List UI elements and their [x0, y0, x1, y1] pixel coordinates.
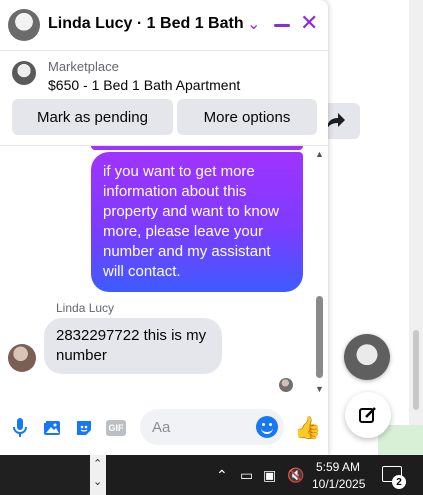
share-icon — [327, 113, 345, 129]
mark-as-pending-button[interactable]: Mark as pending — [12, 99, 173, 135]
volume-muted-icon[interactable]: 🔇 — [287, 467, 304, 484]
taskbar: ⌃ ⌄ ⌃ ▭ ▣ 🔇 5:59 AM 10/1/2025 2 — [0, 455, 423, 495]
microphone-icon[interactable] — [9, 417, 31, 439]
chevron-up-icon[interactable]: ⌃ — [93, 457, 102, 470]
chevron-down-icon[interactable]: ⌄ — [247, 14, 260, 34]
more-options-button[interactable]: More options — [177, 99, 317, 135]
chat-header: Linda Lucy · 1 Bed 1 Bath A... ⌄ ✕ — [0, 0, 328, 51]
chat-window: Linda Lucy · 1 Bed 1 Bath A... ⌄ ✕ Marke… — [0, 0, 328, 455]
page-scrollbar-thumb[interactable] — [413, 330, 419, 410]
chevron-down-icon[interactable]: ⌄ — [93, 475, 102, 488]
image-icon[interactable] — [41, 417, 63, 439]
chat-scrollbar[interactable]: ▲ ▼ — [314, 146, 326, 396]
thumbs-up-icon[interactable]: 👍 — [294, 415, 321, 441]
minimize-icon[interactable] — [274, 24, 290, 27]
chevron-up-icon[interactable]: ▲ — [315, 149, 324, 159]
read-receipt-avatar — [279, 378, 293, 392]
network-icon[interactable]: ▣ — [263, 467, 276, 484]
chat-scrollbar-thumb[interactable] — [316, 296, 323, 378]
page-scrollbar[interactable]: ▼ — [409, 0, 423, 455]
compose-icon — [359, 407, 376, 423]
chat-head-avatar[interactable] — [344, 334, 390, 380]
scrollbar-stub[interactable]: ⌃ ⌄ — [90, 455, 106, 495]
chat-avatar[interactable] — [8, 9, 40, 41]
clock-time[interactable]: 5:59 AM — [316, 460, 360, 474]
close-icon[interactable]: ✕ — [300, 12, 318, 34]
notification-badge: 2 — [392, 475, 406, 489]
previous-message-edge — [91, 146, 303, 150]
listing-card: Marketplace $650 - 1 Bed 1 Bath Apartmen… — [0, 50, 328, 146]
listing-source: Marketplace — [48, 59, 119, 74]
chat-title[interactable]: Linda Lucy · 1 Bed 1 Bath A... — [48, 15, 243, 33]
show-hidden-icons-icon[interactable]: ⌃ — [216, 467, 228, 484]
emoji-icon[interactable] — [256, 416, 278, 438]
taskbar-left — [0, 455, 90, 495]
sender-avatar[interactable] — [8, 344, 36, 372]
sender-name: Linda Lucy — [56, 301, 115, 315]
new-message-button[interactable] — [345, 392, 391, 438]
gif-icon[interactable]: GIF — [105, 417, 127, 439]
gif-label: GIF — [106, 420, 126, 436]
sticker-icon[interactable] — [73, 417, 95, 439]
composer: GIF 👍 — [0, 403, 328, 453]
meet-now-icon[interactable]: ▭ — [240, 467, 253, 484]
listing-title[interactable]: $650 - 1 Bed 1 Bath Apartment — [48, 77, 240, 93]
incoming-message[interactable]: 2832297722 this is my number — [44, 318, 222, 374]
outgoing-message[interactable]: if you want to get more information abou… — [91, 152, 303, 292]
clock-date[interactable]: 10/1/2025 — [312, 477, 365, 491]
message-list: if you want to get more information abou… — [0, 146, 314, 401]
listing-thumbnail[interactable] — [12, 61, 36, 85]
chevron-down-icon[interactable]: ▼ — [315, 384, 324, 394]
